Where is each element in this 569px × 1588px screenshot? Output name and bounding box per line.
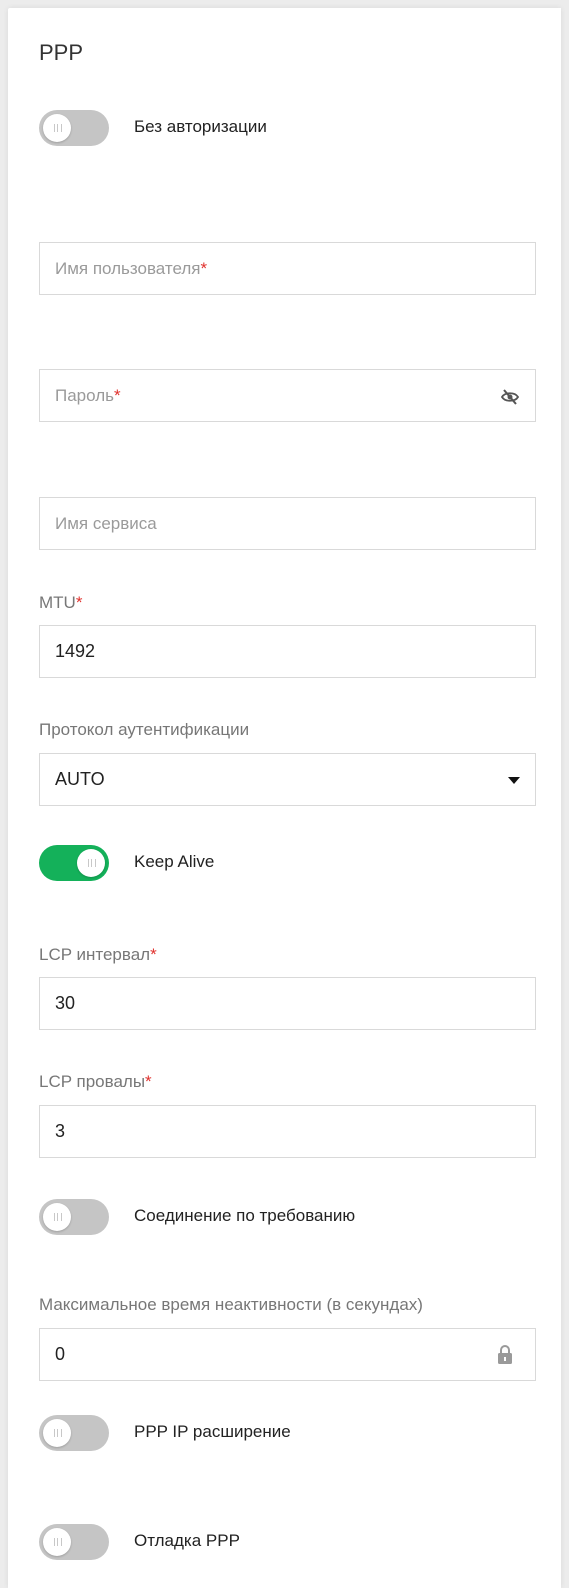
dial-on-demand-label: Соединение по требованию <box>134 1206 356 1225</box>
ppp-ip-extension-label: PPP IP расширение <box>134 1422 291 1441</box>
ppp-debug-label: Отладка PPP <box>134 1531 240 1550</box>
toggle-knob <box>43 114 71 142</box>
username-placeholder: Имя пользователя* <box>55 259 208 278</box>
toggle-knob <box>43 1419 71 1447</box>
auth-protocol-label: Протокол аутентификации <box>39 720 250 739</box>
eye-off-icon[interactable] <box>501 388 519 406</box>
password-placeholder: Пароль* <box>55 386 121 405</box>
service-name-input[interactable]: Имя сервиса <box>39 497 536 550</box>
ppp-debug-toggle[interactable] <box>39 1524 109 1560</box>
toggle-knob <box>43 1528 71 1556</box>
toggle-knob <box>77 849 105 877</box>
lcp-failures-input[interactable]: 3 <box>39 1105 536 1158</box>
section-title: PPP <box>39 40 84 65</box>
mtu-input[interactable]: 1492 <box>39 625 536 678</box>
dial-on-demand-toggle[interactable] <box>39 1199 109 1235</box>
lcp-interval-value: 30 <box>55 993 76 1013</box>
idle-timeout-input: 0 <box>39 1328 536 1381</box>
lcp-interval-label: LCP интервал* <box>39 945 157 964</box>
idle-timeout-label: Максимальное время неактивности (в секун… <box>39 1295 423 1314</box>
auth-protocol-value: AUTO <box>55 769 105 789</box>
ppp-ip-extension-toggle[interactable] <box>39 1415 109 1451</box>
no-auth-toggle[interactable] <box>39 110 109 146</box>
mtu-label: MTU* <box>39 593 83 612</box>
username-input[interactable]: Имя пользователя* <box>39 242 536 295</box>
password-input[interactable]: Пароль* <box>39 369 536 422</box>
no-auth-label: Без авторизации <box>134 117 267 136</box>
lcp-failures-label: LCP провалы* <box>39 1072 152 1091</box>
lock-icon <box>498 1345 512 1364</box>
lcp-failures-value: 3 <box>55 1121 66 1141</box>
keep-alive-label: Keep Alive <box>134 852 215 871</box>
mtu-value: 1492 <box>55 641 96 661</box>
toggle-knob <box>43 1203 71 1231</box>
chevron-down-icon <box>508 777 520 784</box>
keep-alive-toggle[interactable] <box>39 845 109 881</box>
lcp-interval-input[interactable]: 30 <box>39 977 536 1030</box>
auth-protocol-select[interactable]: AUTO <box>39 753 536 806</box>
service-name-placeholder: Имя сервиса <box>55 514 157 533</box>
idle-timeout-value: 0 <box>55 1344 66 1364</box>
